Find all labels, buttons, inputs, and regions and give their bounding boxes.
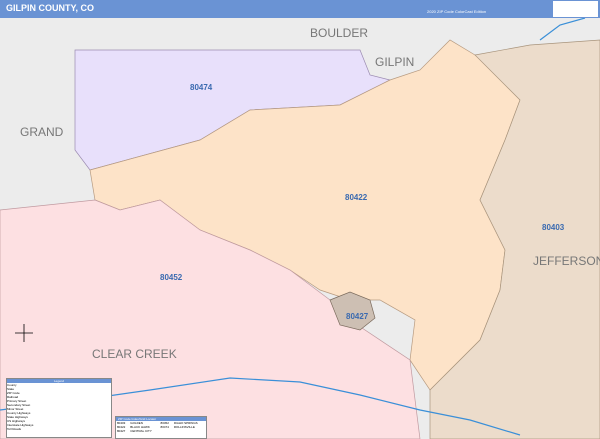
table-row: 80427 CENTRAL CITY: [116, 429, 206, 433]
map-title: GILPIN COUNTY, CO: [6, 3, 95, 13]
county-label: BOULDER: [310, 26, 368, 40]
map-canvas[interactable]: 80474 80422 80452 80403 80427 BOULDER GI…: [0, 18, 600, 439]
zip-index: ZIP Code Index/Grid Locator 80403 GOLDEN 8…: [115, 416, 207, 439]
legend-item: Toll Roads: [7, 427, 22, 431]
cell: CENTRAL CITY: [130, 429, 152, 433]
zip-label: 80403: [542, 223, 565, 232]
cell: [160, 429, 173, 433]
county-label: GRAND: [20, 125, 64, 139]
logo: [553, 1, 598, 17]
zip-label: 80474: [190, 83, 213, 92]
cell: [173, 429, 206, 433]
county-label: CLEAR CREEK: [92, 347, 177, 361]
cell: 80427: [117, 429, 126, 433]
map-legend: Legend County State ZIP Code Railroad Pr…: [6, 378, 112, 438]
zip-label: 80452: [160, 273, 183, 282]
header-bar: GILPIN COUNTY, CO 2020 ZIP Code ColorCas…: [0, 0, 600, 18]
county-label: GILPIN: [375, 55, 414, 69]
zip-label: 80422: [345, 193, 368, 202]
zip-label: 80427: [346, 312, 369, 321]
county-label: JEFFERSON: [533, 254, 600, 268]
edition-label: 2020 ZIP Code ColorCast Edition: [427, 9, 487, 14]
